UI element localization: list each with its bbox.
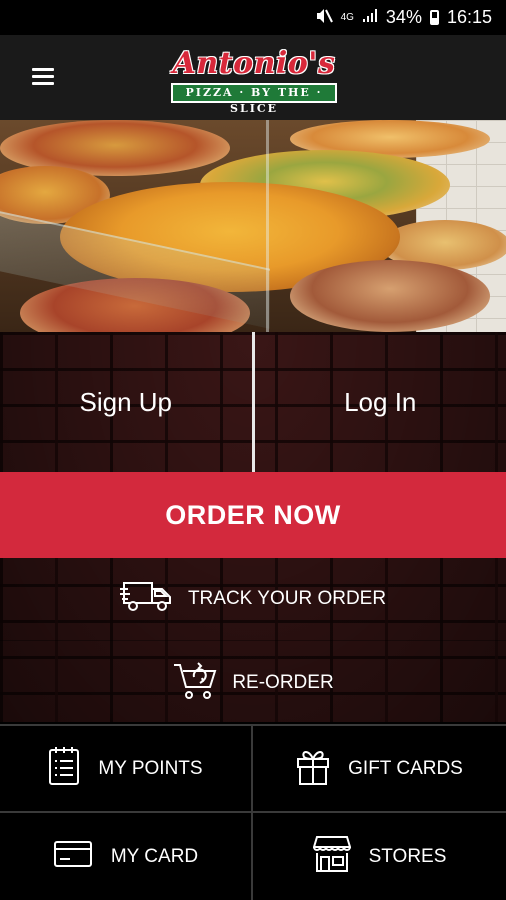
auth-row: Sign Up Log In	[0, 332, 506, 472]
sign-up-button[interactable]: Sign Up	[0, 332, 252, 472]
stores-button[interactable]: STORES	[253, 813, 506, 900]
pizza	[290, 260, 490, 332]
quick-links-grid: MY POINTS GIFT CARDS MY CARD STORES	[0, 724, 506, 900]
gift-cards-button[interactable]: GIFT CARDS	[253, 726, 506, 813]
battery-percent: 34%	[385, 7, 422, 27]
my-points-button[interactable]: MY POINTS	[0, 726, 253, 813]
menu-icon[interactable]	[32, 68, 54, 86]
app-bar: Antonio's PIZZA · BY THE · SLICE	[0, 35, 506, 120]
reorder-label: RE-ORDER	[232, 671, 334, 693]
hero-pizza-image	[0, 120, 506, 332]
clock: 16:15	[446, 7, 492, 27]
logo-script: Antonio's	[172, 46, 336, 81]
track-order-button[interactable]: TRACK YOUR ORDER	[0, 558, 506, 640]
cart-reorder-icon	[172, 659, 218, 707]
brand-logo: Antonio's PIZZA · BY THE · SLICE	[171, 46, 337, 115]
gift-icon	[296, 746, 330, 792]
mute-icon	[315, 8, 333, 28]
status-bar: 4G 34% 16:15	[0, 0, 506, 35]
log-in-button[interactable]: Log In	[255, 332, 506, 472]
delivery-truck-icon	[119, 579, 174, 619]
points-list-icon	[48, 746, 80, 792]
order-now-button[interactable]: ORDER NOW	[0, 472, 506, 558]
signal-icon	[362, 8, 378, 27]
reorder-button[interactable]: RE-ORDER	[0, 640, 506, 724]
stores-label: STORES	[368, 845, 447, 867]
battery-icon	[429, 10, 439, 25]
network-type-label: 4G	[340, 12, 354, 23]
my-card-button[interactable]: MY CARD	[0, 813, 253, 900]
my-points-label: MY POINTS	[98, 757, 203, 779]
gift-cards-label: GIFT CARDS	[348, 757, 463, 779]
credit-card-icon	[53, 839, 93, 875]
display-glass-edge	[266, 120, 269, 332]
logo-band: PIZZA · BY THE · SLICE	[171, 83, 337, 115]
my-card-label: MY CARD	[110, 845, 199, 867]
storefront-icon	[312, 835, 351, 879]
track-order-label: TRACK YOUR ORDER	[187, 588, 387, 609]
